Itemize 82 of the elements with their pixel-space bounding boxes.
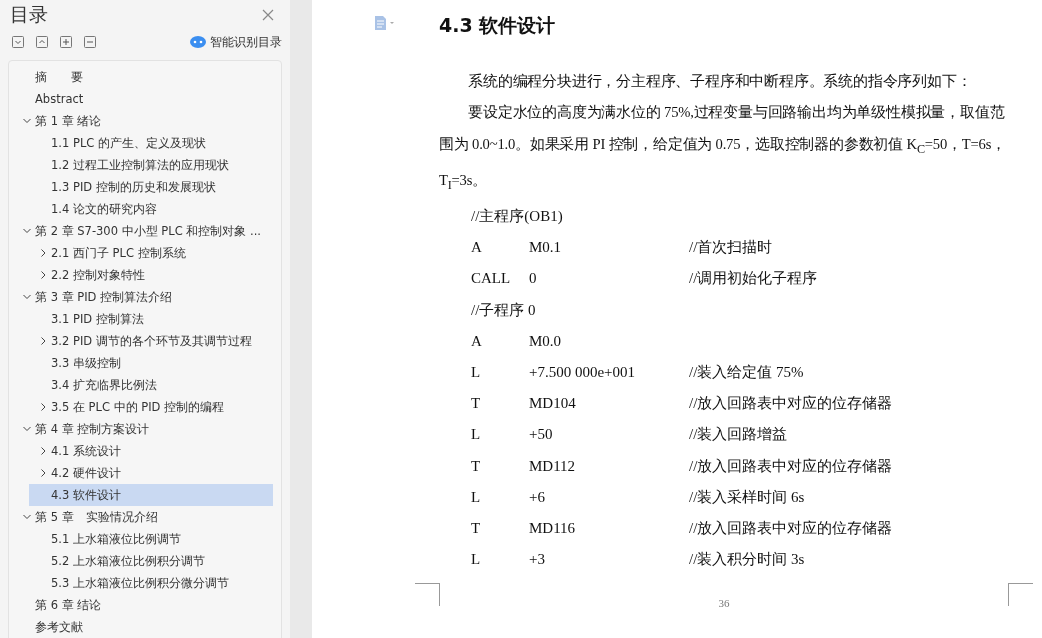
toc-item[interactable]: 3.3 串级控制 [9, 352, 273, 374]
code-comment: //子程序 0 [471, 301, 536, 318]
code-comment: //主程序(OB1) [471, 208, 563, 224]
minus-icon[interactable] [84, 36, 96, 48]
toc-item[interactable]: 1.1 PLC 的产生、定义及现状 [9, 132, 273, 154]
instruction-operand: M0.1 [529, 238, 563, 258]
chevron-right-icon[interactable] [39, 447, 47, 455]
section-heading: 4.3 软件设计 [439, 13, 557, 38]
toc-item[interactable]: 1.3 PID 控制的历史和发展现状 [9, 176, 273, 198]
toc-item[interactable]: 3.1 PID 控制算法 [9, 308, 273, 330]
toc-item[interactable]: 第 1 章 绪论 [9, 110, 273, 132]
page-corner-mark [415, 583, 440, 607]
page-corner-mark [1008, 583, 1033, 607]
toc-item[interactable]: 参考文献 [9, 616, 273, 638]
instruction-op: T [471, 394, 482, 414]
chevron-down-icon[interactable] [23, 117, 31, 125]
toc-item[interactable]: 3.5 在 PLC 中的 PID 控制的编程 [9, 396, 273, 418]
toc-item[interactable]: 2.2 控制对象特性 [9, 264, 273, 286]
chevron-down-icon[interactable] [23, 293, 31, 301]
instruction-op: CALL [471, 269, 512, 289]
cloud-face-icon [190, 36, 206, 48]
instruction-op: A [471, 331, 483, 351]
code-comment: //放入回路表中对应的位存储器 [689, 394, 894, 414]
instruction-op: T [471, 456, 482, 476]
instruction-operand: 0 [529, 269, 538, 289]
toc-item[interactable]: 第 6 章 结论 [9, 594, 273, 616]
toc-item[interactable]: 5.2 上水箱液位比例积分调节 [9, 550, 273, 572]
instruction-op: L [471, 362, 482, 382]
toc-item[interactable]: 2.1 西门子 PLC 控制系统 [9, 242, 273, 264]
expand-all-icon[interactable] [36, 36, 48, 48]
chevron-down-icon[interactable] [23, 425, 31, 433]
toc-item[interactable]: 3.2 PID 调节的各个环节及其调节过程 [9, 330, 273, 352]
chevron-right-icon[interactable] [39, 249, 47, 257]
body-paragraph: 要设定水位的高度为满水位的 75%,过程变量与回路输出均为单级性模拟量，取值范围为 0.0~1.0。如果采用 PI 控制，给定值为 0.75，选取控制器的参数初值 K$_{C}$=50，T=6s，T$_{I}$=3s。 [439, 103, 1007, 194]
instruction-operand: +50 [529, 425, 554, 445]
instruction-op: A [471, 238, 483, 258]
instruction-op: L [471, 425, 482, 445]
code-comment: //放入回路表中对应的位存储器 [689, 456, 894, 476]
toc-item[interactable]: 4.2 硬件设计 [9, 462, 273, 484]
toc-item[interactable]: 第 4 章 控制方案设计 [9, 418, 273, 440]
instruction-operand: MD112 [529, 456, 577, 476]
instruction-op: L [471, 550, 482, 570]
code-comment: //调用初始化子程序 [689, 269, 819, 289]
instruction-op: T [471, 518, 482, 538]
instruction-operand: M0.0 [529, 331, 563, 351]
chevron-right-icon[interactable] [39, 469, 47, 477]
toc-item[interactable]: 1.4 论文的研究内容 [9, 198, 273, 220]
collapse-all-icon[interactable] [12, 36, 24, 48]
chevron-down-icon[interactable] [23, 513, 31, 521]
instruction-operand: +7.500 000e+001 [529, 362, 637, 382]
chevron-down-icon[interactable] [23, 227, 31, 235]
toc-item[interactable]: 第 3 章 PID 控制算法介绍 [9, 286, 273, 308]
toc-item[interactable]: 第 2 章 S7-300 中小型 PLC 和控制对象 ... [9, 220, 273, 242]
toc-item[interactable]: 1.2 过程工业控制算法的应用现状 [9, 154, 273, 176]
page-number: 36 [718, 597, 730, 610]
smart-toc-button[interactable]: 智能识别目录 [190, 33, 282, 51]
chevron-right-icon[interactable] [39, 403, 47, 411]
code-comment: //放入回路表中对应的位存储器 [689, 518, 894, 538]
chevron-right-icon[interactable] [39, 271, 47, 279]
instruction-op: L [471, 487, 482, 507]
instruction-operand: MD104 [529, 394, 577, 414]
instruction-operand: +3 [529, 550, 546, 570]
code-comment: //首次扫描时 [689, 238, 774, 258]
toc-item[interactable]: Abstract [9, 88, 273, 110]
code-comment: //装入回路增益 [689, 425, 789, 445]
plus-icon[interactable] [60, 36, 72, 48]
toc-item[interactable]: 第 5 章 实验情况介绍 [9, 506, 273, 528]
toc-item[interactable]: 4.1 系统设计 [9, 440, 273, 462]
code-comment: //装入给定值 75% [689, 362, 805, 382]
toc-item[interactable]: 5.1 上水箱液位比例调节 [9, 528, 273, 550]
toc-item[interactable]: 摘 要 [9, 66, 273, 88]
close-icon[interactable] [262, 9, 274, 21]
chevron-right-icon[interactable] [39, 337, 47, 345]
instruction-operand: MD116 [529, 518, 577, 538]
body-paragraph: 系统的编程分块进行，分主程序、子程序和中断程序。系统的指令序列如下： [467, 72, 973, 91]
toc-item[interactable]: 4.3 软件设计 [29, 484, 273, 506]
code-comment: //装入采样时间 6s [689, 487, 806, 507]
code-comment: //装入积分时间 3s [689, 550, 806, 570]
toc-item[interactable]: 3.4 扩充临界比例法 [9, 374, 273, 396]
instruction-operand: +6 [529, 487, 546, 507]
sidebar-title: 目录 [10, 2, 48, 27]
toc-item[interactable]: 5.3 上水箱液位比例积分微分调节 [9, 572, 273, 594]
